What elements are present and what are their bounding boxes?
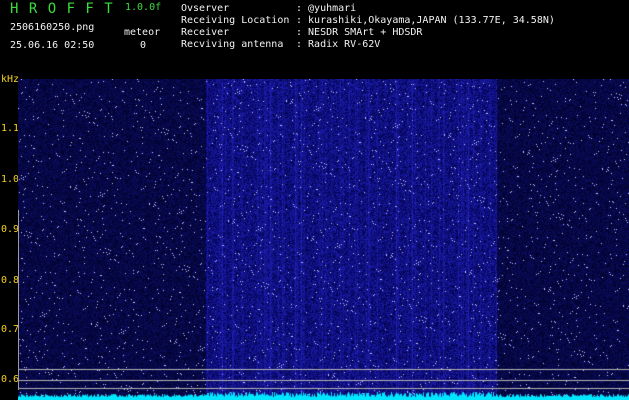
frequency-unit-label: kHz [1,74,20,85]
meteor-count: 0 [140,40,147,51]
spectrogram-waterfall [18,79,629,400]
frequency-tick-label: 0.9 [1,224,20,235]
info-value-receiver: : NESDR SMArt + HDSDR [296,27,423,38]
info-label-receiver: Receiver [181,27,230,38]
app-title: H R O F F T [10,1,114,17]
frequency-tick-label: 1.0 [1,174,20,185]
info-label-location: Receiving Location [181,15,290,26]
left-axis-marker [18,210,19,390]
info-value-antenna: : Radix RV-62V [296,39,381,50]
capture-datetime: 25.06.16 02:50 [10,40,95,51]
frequency-tick-label: 1.1 [1,123,20,134]
app-version: 1.0.0f [125,2,162,13]
image-filename: 2506160250.png [10,22,95,33]
info-label-antenna: Recviving antenna [181,39,284,50]
info-label-observer: Ovserver [181,3,230,14]
info-value-location: : kurashiki,Okayama,JAPAN (133.77E, 34.5… [296,15,555,26]
meteor-label: meteor [124,27,161,38]
frequency-tick-label: 0.6 [1,374,20,385]
frequency-tick-label: 0.8 [1,275,20,286]
hrofft-window: H R O F F T 1.0.0f 2506160250.png 25.06.… [0,0,629,400]
frequency-tick-label: 0.7 [1,324,20,335]
info-value-observer: : @yuhmari [296,3,357,14]
